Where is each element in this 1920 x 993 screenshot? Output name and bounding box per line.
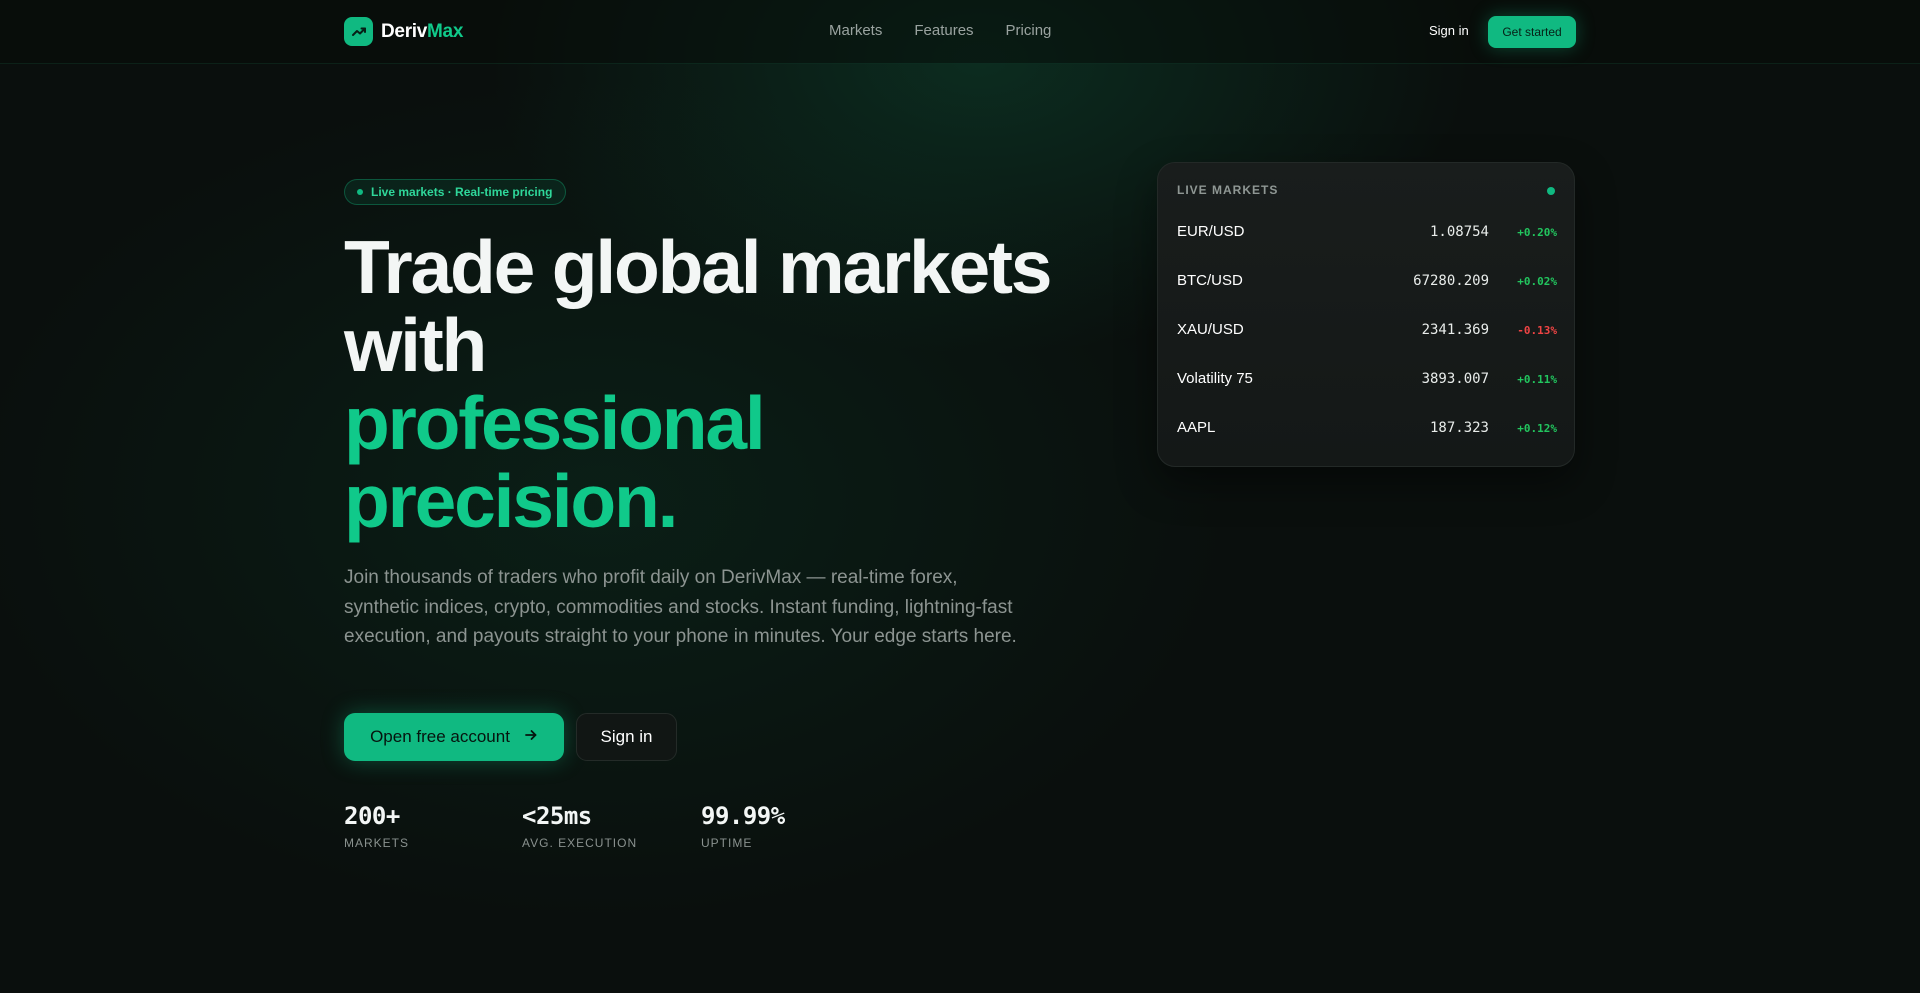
stat-value: 99.99% — [701, 802, 785, 830]
market-price: 3893.007 — [1421, 371, 1489, 387]
market-price: 187.323 — [1429, 420, 1489, 436]
market-change: -0.13% — [1517, 324, 1557, 337]
card-title: LIVE MARKETS — [1177, 183, 1279, 197]
market-row[interactable]: EUR/USD 1.08754 +0.20% — [1177, 221, 1557, 245]
market-name: EUR/USD — [1177, 223, 1245, 240]
headline-accent-line-1: professional — [344, 381, 766, 465]
live-indicator-icon — [1547, 187, 1555, 195]
market-row[interactable]: AAPL 187.323 +0.12% — [1177, 417, 1557, 441]
stat-uptime: 99.99% UPTIME — [701, 802, 785, 850]
nav-link-markets[interactable]: Markets — [829, 22, 882, 39]
stat-value: <25ms — [522, 802, 592, 830]
top-nav: DerivMax Markets Features Pricing Sign i… — [0, 0, 1920, 64]
nav-link-pricing[interactable]: Pricing — [1006, 22, 1052, 39]
market-change: +0.11% — [1517, 373, 1557, 386]
market-change: +0.12% — [1517, 422, 1557, 435]
market-row[interactable]: XAU/USD 2341.369 -0.13% — [1177, 319, 1557, 343]
stat-label: UPTIME — [701, 836, 753, 850]
headline-line-2: with — [344, 303, 487, 387]
hero-sign-in-button[interactable]: Sign in — [576, 713, 677, 761]
market-row[interactable]: Volatility 75 3893.007 +0.11% — [1177, 368, 1557, 392]
market-name: XAU/USD — [1177, 321, 1244, 338]
stat-label: MARKETS — [344, 836, 410, 850]
market-row[interactable]: BTC/USD 67280.209 +0.02% — [1177, 270, 1557, 294]
logo[interactable]: DerivMax — [344, 17, 463, 46]
market-name: AAPL — [1177, 419, 1216, 436]
market-name: Volatility 75 — [1177, 370, 1253, 387]
trend-up-icon — [344, 17, 373, 46]
stat-execution: <25ms AVG. EXECUTION — [522, 802, 637, 850]
arrow-right-icon — [524, 727, 538, 747]
hero-subtext: Join thousands of traders who profit dai… — [344, 567, 1017, 647]
stat-value: 200+ — [344, 802, 400, 830]
open-account-label: Open free account — [370, 727, 510, 746]
hero-headline: Trade global markets with professional p… — [344, 228, 1104, 540]
nav-links: Markets Features Pricing — [829, 22, 1051, 39]
open-free-account-button[interactable]: Open free account — [344, 713, 564, 761]
brand-name-part1: Deriv — [381, 20, 428, 42]
live-dot-icon — [357, 189, 363, 195]
market-name: BTC/USD — [1177, 272, 1243, 289]
nav-sign-in-link[interactable]: Sign in — [1429, 23, 1469, 38]
market-change: +0.02% — [1517, 275, 1557, 288]
stat-markets: 200+ MARKETS — [344, 802, 409, 850]
headline-line-1: Trade global markets — [344, 225, 1052, 309]
nav-link-features[interactable]: Features — [914, 22, 973, 39]
market-price: 67280.209 — [1413, 273, 1489, 289]
brand-name: DerivMax — [381, 21, 463, 43]
headline-accent-line-2: precision. — [344, 459, 678, 543]
pill-text: Live markets · Real-time pricing — [371, 185, 553, 199]
get-started-button[interactable]: Get started — [1488, 16, 1576, 48]
stat-label: AVG. EXECUTION — [522, 836, 638, 850]
market-price: 1.08754 — [1429, 224, 1489, 240]
live-markets-pill: Live markets · Real-time pricing — [344, 179, 567, 205]
brand-name-part2: Max — [427, 20, 464, 42]
market-change: +0.20% — [1517, 226, 1557, 239]
market-price: 2341.369 — [1421, 322, 1489, 338]
live-markets-card: LIVE MARKETS EUR/USD 1.08754 +0.20% BTC/… — [1157, 162, 1575, 467]
